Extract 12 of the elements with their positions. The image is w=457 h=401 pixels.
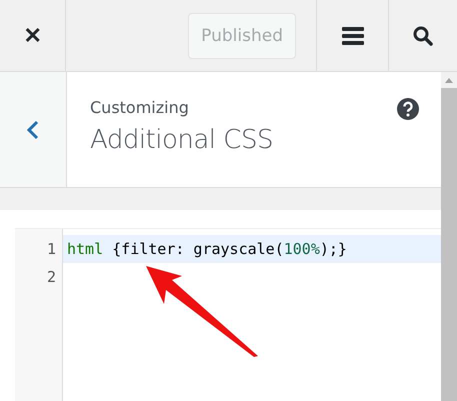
- back-icon: [27, 120, 39, 140]
- scrollbar[interactable]: [441, 72, 457, 401]
- search-icon: [413, 26, 433, 46]
- close-button[interactable]: ✕: [0, 0, 66, 71]
- code-editor[interactable]: 1 2 html {filter: grayscale(100%);}: [15, 228, 441, 401]
- line-number: 1: [46, 239, 57, 260]
- help-icon[interactable]: [397, 98, 419, 120]
- scroll-up-icon: [445, 78, 453, 82]
- line-number: 2: [46, 267, 57, 288]
- section-subtitle: Customizing: [90, 98, 189, 117]
- menu-icon: [342, 26, 364, 44]
- section-title: Additional CSS: [90, 125, 273, 155]
